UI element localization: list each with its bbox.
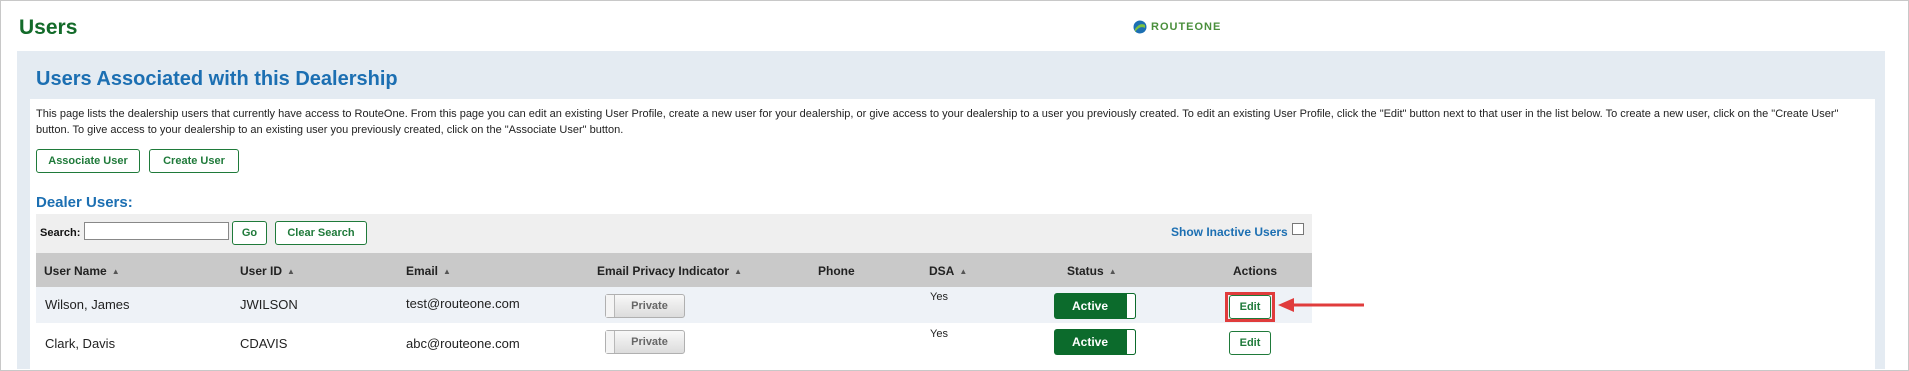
toggle-knob (1126, 293, 1136, 319)
column-header-status[interactable]: Status ▲ (1067, 264, 1117, 278)
email-privacy-toggle[interactable]: Private (605, 330, 685, 354)
column-header-email-privacy[interactable]: Email Privacy Indicator ▲ (597, 264, 742, 278)
routeone-logo-icon (1133, 20, 1147, 34)
search-input[interactable] (84, 222, 229, 240)
sort-up-icon: ▲ (287, 266, 295, 276)
toggle-knob (1126, 329, 1136, 355)
toggle-knob (606, 295, 615, 317)
annotation-arrow-icon (1278, 298, 1364, 312)
sort-up-icon: ▲ (111, 266, 120, 276)
email-cell: abc@routeone.com (406, 336, 520, 351)
dealer-users-heading: Dealer Users: (36, 194, 133, 211)
go-button[interactable]: Go (232, 221, 267, 245)
column-header-user-id[interactable]: User ID ▲ (240, 264, 295, 278)
email-privacy-toggle[interactable]: Private (605, 294, 685, 318)
sort-up-icon: ▲ (1108, 266, 1117, 276)
show-inactive-users-label[interactable]: Show Inactive Users (1171, 225, 1288, 239)
section-title: Users Associated with this Dealership (36, 68, 398, 90)
associate-user-button[interactable]: Associate User (36, 149, 140, 173)
dsa-cell: Yes (930, 291, 948, 303)
edit-button-highlight (1225, 292, 1275, 322)
column-label: Email (406, 264, 439, 278)
column-label: Phone (818, 264, 855, 278)
sort-up-icon: ▲ (959, 266, 968, 276)
column-header-user-name[interactable]: User Name ▲ (44, 264, 120, 278)
privacy-label: Private (631, 336, 668, 348)
dsa-cell: Yes (930, 328, 948, 340)
edit-button[interactable]: Edit (1229, 331, 1271, 355)
show-inactive-users-checkbox[interactable] (1292, 223, 1304, 235)
email-cell: test@routeone.com (406, 296, 520, 311)
column-label: Email Privacy Indicator (597, 264, 730, 278)
page-title: Users (19, 16, 78, 39)
status-label: Active (1071, 335, 1109, 349)
sort-up-icon: ▲ (734, 266, 742, 276)
privacy-label: Private (631, 300, 668, 312)
user-name-cell: Wilson, James (45, 297, 130, 312)
toggle-knob (606, 331, 615, 353)
column-label: DSA (929, 264, 955, 278)
status-label: Active (1071, 299, 1109, 313)
routeone-logo: ROUTEONE (1133, 20, 1221, 34)
sort-up-icon: ▲ (443, 266, 451, 276)
user-name-cell: Clark, Davis (45, 336, 116, 351)
page-description: This page lists the dealership users tha… (36, 108, 1839, 136)
column-header-actions: Actions (1233, 264, 1277, 278)
user-id-cell: CDAVIS (240, 336, 288, 351)
column-header-dsa[interactable]: DSA ▲ (929, 264, 967, 278)
column-label: Status (1067, 264, 1104, 278)
column-label: Actions (1233, 264, 1278, 278)
logo-text: ROUTEONE (1151, 21, 1222, 33)
create-user-button[interactable]: Create User (149, 149, 239, 173)
status-toggle[interactable]: Active (1054, 293, 1136, 319)
column-header-email[interactable]: Email ▲ (406, 264, 451, 278)
column-label: User ID (240, 264, 283, 278)
status-toggle[interactable]: Active (1054, 329, 1136, 355)
clear-search-button[interactable]: Clear Search (275, 221, 367, 245)
column-label: User Name (44, 264, 107, 278)
user-id-cell: JWILSON (240, 297, 298, 312)
search-label: Search: (40, 227, 81, 239)
column-header-phone: Phone (818, 264, 855, 278)
